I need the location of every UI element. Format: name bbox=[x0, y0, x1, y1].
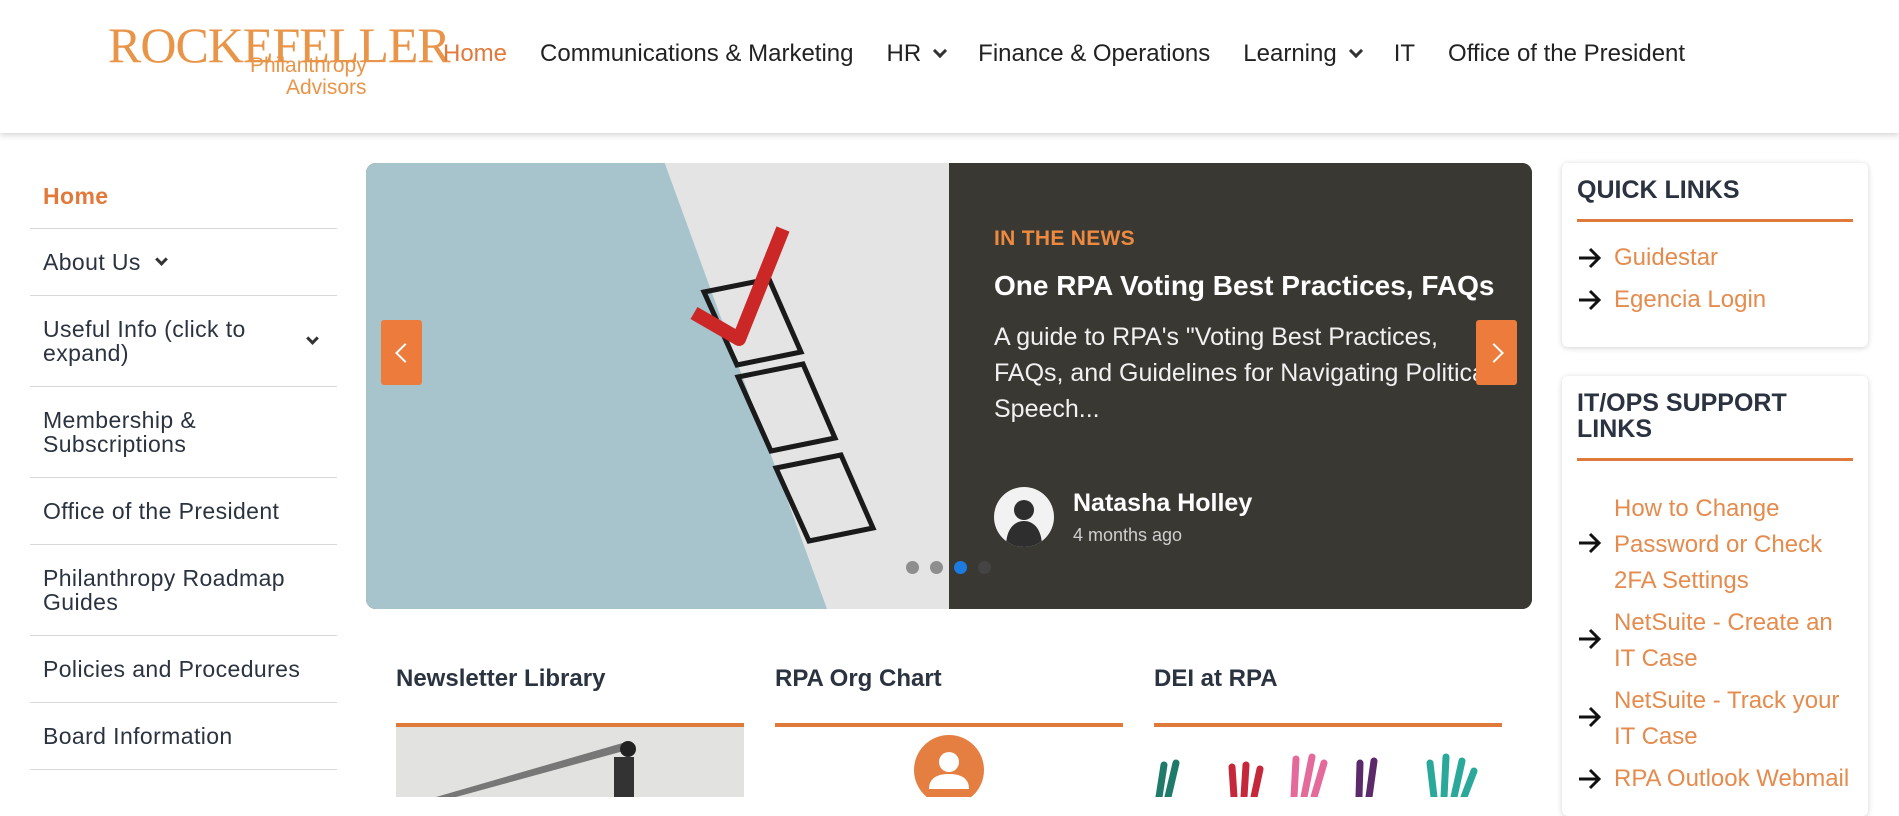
arrow-right-icon bbox=[1579, 532, 1602, 554]
arrow-right-icon bbox=[1579, 768, 1602, 790]
slide-kicker: IN THE NEWS bbox=[994, 227, 1135, 250]
carousel-next-button[interactable] bbox=[1476, 320, 1517, 385]
sidebar-item-label: Board Information bbox=[43, 723, 233, 749]
quick-link-label[interactable]: Guidestar bbox=[1614, 240, 1718, 276]
card-newsletter-library[interactable]: Newsletter Library bbox=[396, 665, 744, 797]
carousel-dot[interactable] bbox=[930, 561, 943, 574]
nav-office-of-the-president[interactable]: Office of the President bbox=[1448, 40, 1685, 68]
it-ops-support-widget: IT/OPS SUPPORT LINKS How to Change Passw… bbox=[1562, 376, 1868, 816]
chevron-down-icon[interactable] bbox=[154, 252, 168, 266]
sidebar-item-label: Office of the President bbox=[43, 498, 280, 524]
top-navigation: Home Communications & Marketing HR Finan… bbox=[443, 40, 1718, 68]
support-link-netsuite-track[interactable]: NetSuite - Track your IT Case bbox=[1577, 683, 1853, 755]
widget-title: QUICK LINKS bbox=[1577, 176, 1740, 204]
sidebar-item-office-president[interactable]: Office of the President bbox=[30, 478, 337, 545]
quick-links-widget: QUICK LINKS Guidestar Egencia Login bbox=[1562, 163, 1868, 347]
slide-image bbox=[366, 163, 949, 609]
card-image[interactable] bbox=[396, 727, 744, 797]
sidebar-item-label: Membership & Subscriptions bbox=[43, 407, 197, 457]
card-title[interactable]: Newsletter Library bbox=[396, 665, 744, 723]
sidebar-item-label: Useful Info (click to expand) bbox=[43, 316, 246, 366]
nav-finance-operations[interactable]: Finance & Operations bbox=[978, 40, 1210, 68]
support-link-label[interactable]: How to Change Password or Check 2FA Sett… bbox=[1614, 491, 1844, 599]
nav-hr[interactable]: HR bbox=[886, 40, 948, 68]
support-link-password[interactable]: How to Change Password or Check 2FA Sett… bbox=[1577, 491, 1853, 599]
card-image[interactable] bbox=[775, 727, 1123, 797]
sidebar-item-label: About Us bbox=[43, 249, 141, 275]
chevron-left-icon bbox=[394, 342, 415, 363]
news-carousel[interactable]: IN THE NEWS One RPA Voting Best Practice… bbox=[366, 163, 1532, 609]
chevron-down-icon bbox=[933, 43, 948, 59]
post-time: 4 months ago bbox=[1073, 525, 1183, 545]
nav-it[interactable]: IT bbox=[1394, 40, 1415, 68]
sidebar-item-policies[interactable]: Policies and Procedures bbox=[30, 636, 337, 703]
nav-home[interactable]: Home bbox=[443, 40, 507, 68]
slide-content: IN THE NEWS One RPA Voting Best Practice… bbox=[949, 163, 1532, 609]
widget-title: IT/OPS SUPPORT LINKS bbox=[1577, 389, 1787, 443]
widget-divider bbox=[1577, 219, 1853, 222]
sidebar-item-label: Philanthropy Roadmap Guides bbox=[43, 565, 285, 615]
carousel-dot-active[interactable] bbox=[954, 561, 967, 574]
quick-link-label[interactable]: Egencia Login bbox=[1614, 282, 1766, 318]
support-link-label[interactable]: NetSuite - Track your IT Case bbox=[1614, 683, 1853, 755]
carousel-pagination bbox=[906, 561, 1002, 574]
sidebar-item-label: Policies and Procedures bbox=[43, 656, 301, 682]
card-image[interactable] bbox=[1154, 727, 1502, 797]
sidebar-item-board[interactable]: Board Information bbox=[30, 703, 337, 770]
card-org-chart[interactable]: RPA Org Chart bbox=[775, 665, 1123, 797]
person-icon bbox=[914, 735, 984, 797]
nav-communications-marketing[interactable]: Communications & Marketing bbox=[540, 40, 853, 68]
sidebar-item-label: Home bbox=[43, 182, 109, 209]
user-silhouette-icon bbox=[1006, 500, 1042, 547]
card-title[interactable]: DEI at RPA bbox=[1154, 665, 1502, 723]
raised-hands-illustration bbox=[1155, 753, 1478, 797]
sidebar-item-roadmap-guides[interactable]: Philanthropy Roadmap Guides bbox=[30, 545, 337, 636]
arrow-right-icon bbox=[1579, 247, 1602, 269]
nav-finance-label: Finance & Operations bbox=[978, 40, 1211, 67]
support-link-netsuite-create[interactable]: NetSuite - Create an IT Case bbox=[1577, 605, 1853, 677]
chevron-right-icon bbox=[1483, 342, 1504, 363]
carousel-dot[interactable] bbox=[906, 561, 919, 574]
slide-excerpt: A guide to RPA's "Voting Best Practices,… bbox=[994, 323, 1492, 423]
carousel-dot[interactable] bbox=[978, 561, 991, 574]
sidebar-item-membership[interactable]: Membership & Subscriptions bbox=[30, 387, 337, 478]
site-header: ROCKEFELLER Philanthropy Advisors Home C… bbox=[0, 0, 1899, 133]
sidebar-item-home[interactable]: Home bbox=[30, 163, 337, 229]
nav-hr-label: HR bbox=[886, 40, 922, 67]
nav-home-label: Home bbox=[443, 40, 508, 67]
arrow-right-icon bbox=[1579, 289, 1602, 311]
logo[interactable]: ROCKEFELLER Philanthropy Advisors bbox=[108, 16, 451, 100]
support-link-label[interactable]: NetSuite - Create an IT Case bbox=[1614, 605, 1844, 677]
nav-learning[interactable]: Learning bbox=[1243, 40, 1363, 68]
logo-line-philanthropy: Philanthropy bbox=[250, 54, 367, 77]
quick-link-guidestar[interactable]: Guidestar bbox=[1577, 240, 1853, 276]
logo-line-advisors: Advisors bbox=[286, 76, 367, 99]
checklist-illustration bbox=[690, 226, 877, 544]
desk-photo bbox=[396, 727, 744, 797]
sidebar-item-useful-info[interactable]: Useful Info (click to expand) bbox=[30, 296, 337, 387]
chevron-down-icon bbox=[1348, 43, 1363, 59]
sidebar-menu: Home About Us Useful Info (click to expa… bbox=[30, 163, 337, 770]
card-title[interactable]: RPA Org Chart bbox=[775, 665, 1123, 723]
nav-office-label: Office of the President bbox=[1448, 40, 1686, 67]
arrow-right-icon bbox=[1579, 628, 1602, 650]
nav-it-label: IT bbox=[1393, 40, 1416, 67]
nav-learning-label: Learning bbox=[1243, 40, 1337, 67]
slide-title[interactable]: One RPA Voting Best Practices, FAQs bbox=[994, 270, 1495, 302]
arrow-right-icon bbox=[1579, 706, 1602, 728]
chevron-down-icon[interactable] bbox=[306, 331, 319, 345]
sidebar-item-about-us[interactable]: About Us bbox=[30, 229, 337, 296]
author-name: Natasha Holley bbox=[1073, 489, 1253, 517]
avatar bbox=[994, 487, 1054, 547]
nav-communications-label: Communications & Marketing bbox=[540, 40, 854, 67]
quick-link-egencia[interactable]: Egencia Login bbox=[1577, 282, 1853, 318]
card-dei[interactable]: DEI at RPA bbox=[1154, 665, 1502, 797]
widget-divider bbox=[1577, 458, 1853, 461]
carousel-prev-button[interactable] bbox=[381, 320, 422, 385]
